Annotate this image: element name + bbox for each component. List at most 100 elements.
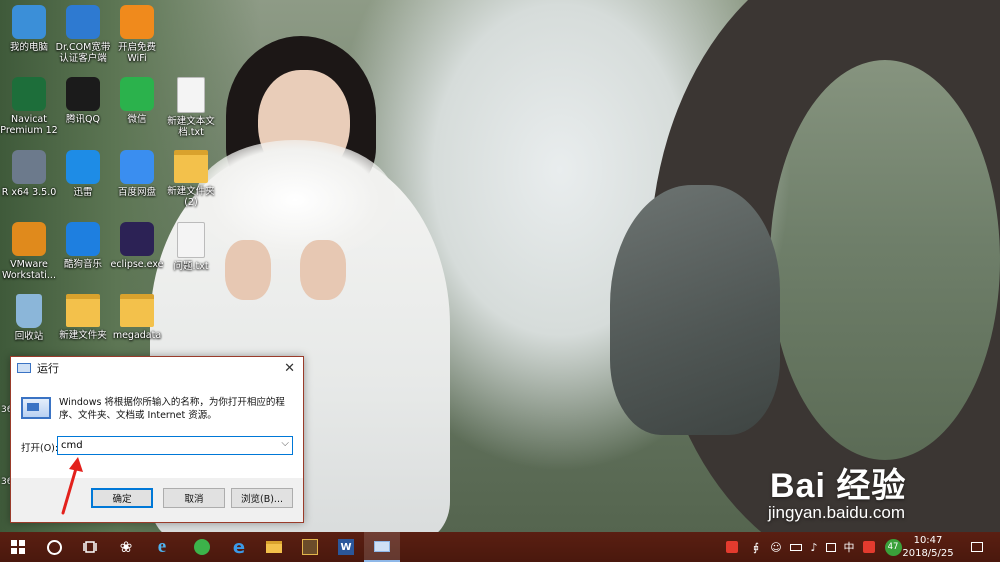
wifi-icon xyxy=(120,5,154,39)
folder-icon xyxy=(120,294,154,327)
tray-red-app-icon xyxy=(726,541,738,553)
desktop-icon[interactable]: 百度网盘 xyxy=(108,150,166,198)
ok-button[interactable]: 确定 xyxy=(91,488,153,508)
desktop-icon[interactable]: Navicat Premium 12 xyxy=(0,77,58,136)
eclipse-icon xyxy=(120,222,154,256)
word-icon: W xyxy=(338,539,354,555)
wallpaper-figure-fur-collar xyxy=(195,140,395,260)
desktop-icon[interactable]: R x64 3.5.0 xyxy=(0,150,58,198)
desktop-icon-label: 腾讯QQ xyxy=(66,114,100,125)
tray-app-icon[interactable] xyxy=(860,532,878,562)
taskbar-app-edge[interactable]: e xyxy=(221,532,257,562)
task-view-icon xyxy=(83,541,97,553)
windows-start-icon xyxy=(11,540,25,554)
taskbar-app-file-explorer[interactable] xyxy=(256,532,292,562)
desktop-icon-label: 百度网盘 xyxy=(117,187,156,198)
desktop-icon-label: Dr.COM宽带 认证客户端 xyxy=(55,42,111,64)
folder-icon xyxy=(266,541,282,553)
desktop-icon[interactable]: 开启免费 WiFi xyxy=(108,5,166,64)
desktop-icon-label: 新建文件夹 xyxy=(59,330,107,341)
butterfly-icon: ❀ xyxy=(119,538,133,556)
desktop-icon-label: Navicat Premium 12 xyxy=(0,114,58,136)
taskbar-app-butterfly[interactable]: ❀ xyxy=(108,532,144,562)
desktop-icon-label: 回收站 xyxy=(14,331,44,342)
desktop-icon-label: megadata xyxy=(112,330,162,341)
internet-explorer-icon: e xyxy=(157,536,167,557)
folder-icon xyxy=(66,294,100,327)
tray-red-app-icon xyxy=(863,541,875,553)
folder-icon xyxy=(174,150,208,183)
desktop-icon[interactable]: 新建文本文 档.txt xyxy=(162,77,220,138)
desktop-icon[interactable]: 新建文件夹 (2) xyxy=(162,150,220,208)
run-icon xyxy=(374,540,390,552)
watermark-url: jingyan.baidu.com xyxy=(768,503,906,522)
desktop-icon[interactable]: megadata xyxy=(108,294,166,341)
qq-icon xyxy=(66,77,100,111)
desktop-icon[interactable]: 迅雷 xyxy=(54,150,112,198)
desktop-icon-label: 新建文件夹 (2) xyxy=(167,186,215,208)
desktop-icon[interactable]: 腾讯QQ xyxy=(54,77,112,125)
desktop-icon[interactable]: 回收站 xyxy=(0,294,58,342)
tray-battery[interactable] xyxy=(786,532,806,562)
taskbar-app-game[interactable] xyxy=(292,532,328,562)
run-dialog-titlebar[interactable]: 运行 xyxy=(11,357,303,379)
run-program-icon xyxy=(21,397,51,419)
taskbar-app-green-browser[interactable] xyxy=(184,532,220,562)
text-file-icon xyxy=(177,77,205,113)
baidu-watermark: Bai 经验 jingyan.baidu.com xyxy=(760,458,990,528)
desktop-icon[interactable]: Dr.COM宽带 认证客户端 xyxy=(54,5,112,64)
taskbar-app-run[interactable] xyxy=(364,532,400,562)
search-button[interactable] xyxy=(36,532,72,562)
recycle-bin-icon xyxy=(16,294,42,328)
desktop-icon[interactable]: 我的电脑 xyxy=(0,5,58,53)
battery-icon xyxy=(790,543,802,551)
desktop-icon[interactable]: VMware Workstati... xyxy=(0,222,58,281)
desktop-icon[interactable]: eclipse.exe xyxy=(108,222,166,270)
open-input[interactable] xyxy=(58,437,280,454)
browse-button[interactable]: 浏览(B)... xyxy=(231,488,293,508)
taskbar: ❀ e e W ⨖ ☺ ♪ 中 47 10:47 2018/5/25 xyxy=(0,532,1000,562)
tray-network[interactable]: ⨖ xyxy=(746,532,766,562)
wallpaper-rock xyxy=(610,185,780,435)
game-icon xyxy=(302,539,318,555)
text-file-icon xyxy=(177,222,205,258)
desktop-icon[interactable]: 新建文件夹 xyxy=(54,294,112,341)
open-field-label: 打开(O): xyxy=(21,443,59,454)
drcom-icon xyxy=(66,5,100,39)
tray-people[interactable]: ☺ xyxy=(766,532,786,562)
baidu-jingyan-logo: Bai 经验 xyxy=(770,467,907,505)
edge-icon: e xyxy=(232,536,246,558)
tray-ime[interactable]: 中 xyxy=(840,532,858,562)
desktop-icon-label: VMware Workstati... xyxy=(2,259,56,281)
tray-display[interactable] xyxy=(822,532,840,562)
display-icon xyxy=(826,542,836,552)
vmware-icon xyxy=(12,222,46,256)
wallpaper-figure-hand xyxy=(300,240,346,300)
desktop-icon-label: R x64 3.5.0 xyxy=(1,187,57,198)
start-button[interactable] xyxy=(0,532,36,562)
chevron-down-icon[interactable]: ⌵ xyxy=(281,438,289,449)
taskbar-app-ie[interactable]: e xyxy=(144,532,180,562)
navicat-icon xyxy=(12,77,46,111)
desktop-icon[interactable]: 问题.txt xyxy=(162,222,220,272)
desktop-icon[interactable]: 酷狗音乐 xyxy=(54,222,112,270)
desktop-icon-label: 微信 xyxy=(127,114,147,125)
desktop-icon-label: eclipse.exe xyxy=(110,259,164,270)
desktop-icon-label: 我的电脑 xyxy=(9,42,48,53)
taskbar-app-word[interactable]: W xyxy=(328,532,364,562)
people-icon: ☺ xyxy=(770,540,782,554)
close-button[interactable]: ✕ xyxy=(284,361,295,376)
tray-volume[interactable]: ♪ xyxy=(804,532,824,562)
desktop-icon[interactable]: 微信 xyxy=(108,77,166,125)
wallpaper-figure-hand xyxy=(225,240,271,300)
kugou-icon xyxy=(66,222,100,256)
tray-app-icon[interactable] xyxy=(722,532,742,562)
open-combobox[interactable]: ⌵ xyxy=(57,436,293,455)
run-dialog-title: 运行 xyxy=(37,362,59,375)
cortana-circle-icon xyxy=(46,539,62,555)
task-view-button[interactable] xyxy=(72,532,108,562)
cancel-button[interactable]: 取消 xyxy=(163,488,225,508)
action-center-button[interactable] xyxy=(966,532,988,562)
notification-icon xyxy=(971,542,983,552)
taskbar-clock[interactable]: 10:47 2018/5/25 xyxy=(898,534,958,560)
